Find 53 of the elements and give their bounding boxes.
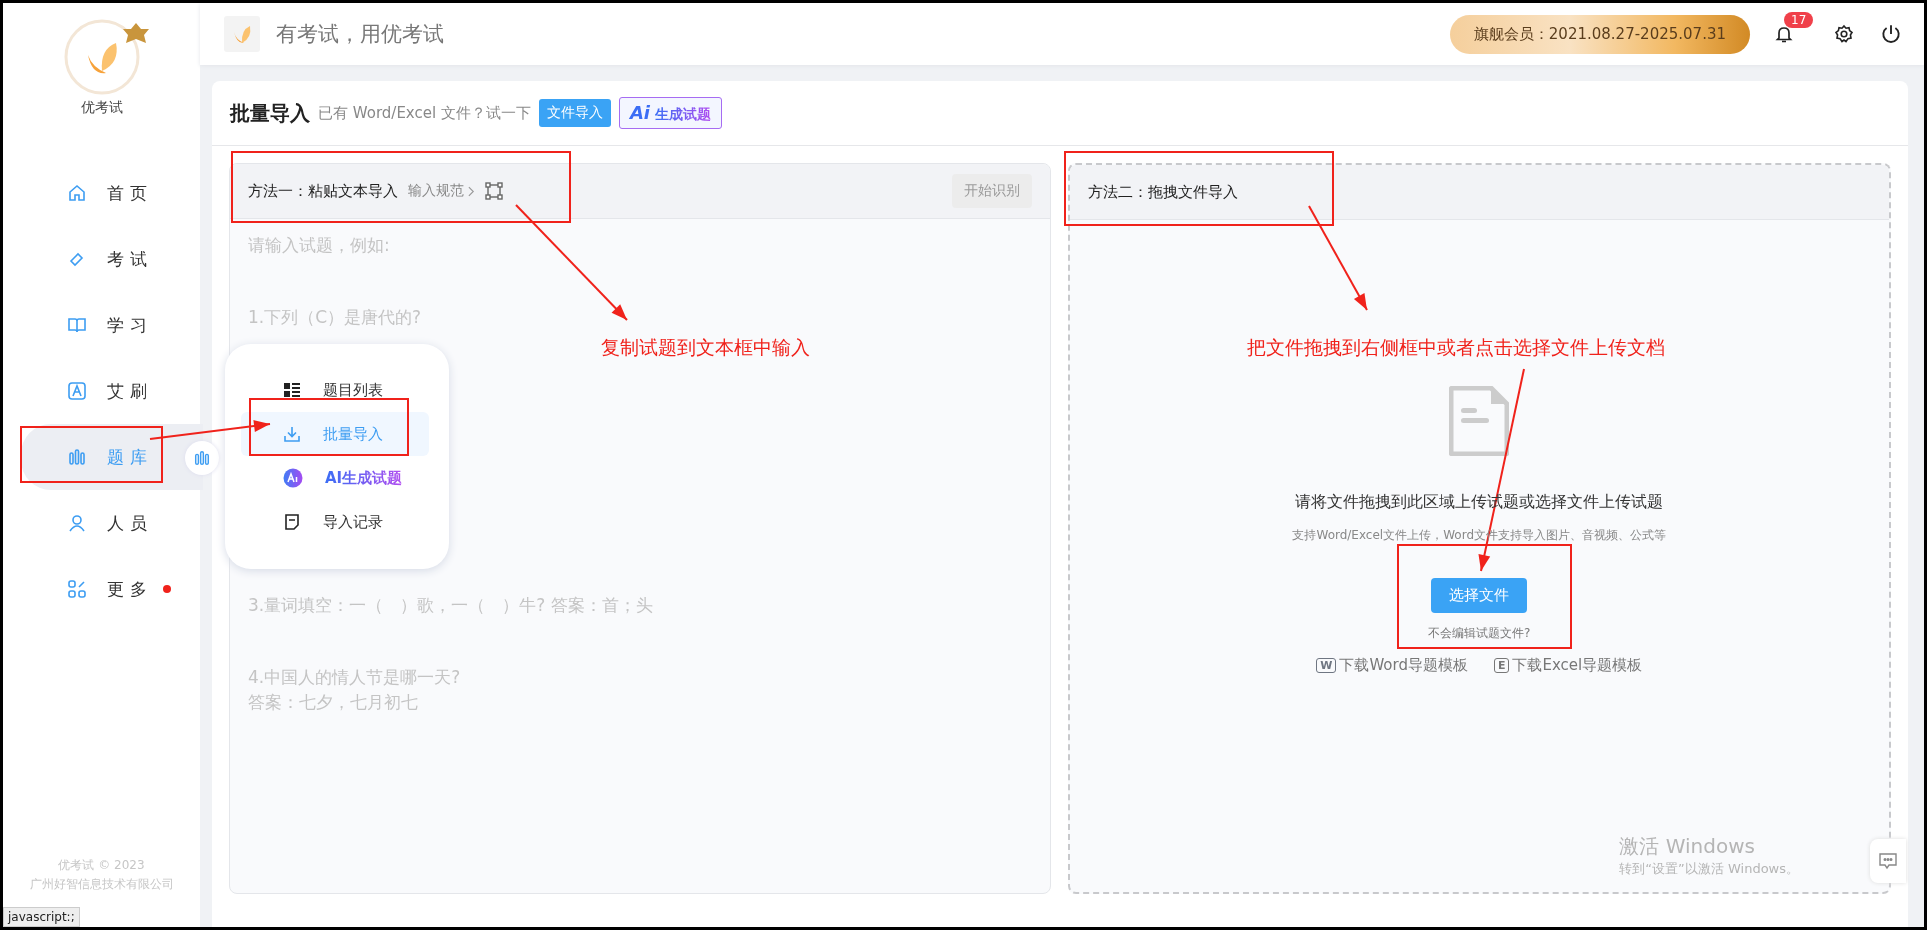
membership-badge: 旗舰会员：2021.08.27-2025.07.31 — [1449, 14, 1750, 54]
placeholder-text: 答案：七夕，七月初七 — [248, 691, 419, 714]
placeholder-text: 请输入试题，例如: — [248, 234, 391, 257]
annotation-text: 复制试题到文本框中输入 — [601, 335, 810, 360]
power-icon[interactable] — [1880, 23, 1902, 45]
placeholder-text: 1.下列（C）是唐代的? — [248, 306, 423, 329]
help-link[interactable]: 不会编辑试题文件? — [1428, 625, 1531, 642]
chat-icon — [1878, 851, 1898, 871]
panel-title: 方法一：粘贴文本导入 — [248, 181, 398, 201]
chevron-right-icon — [468, 185, 475, 197]
submenu-item[interactable]: 题目列表 — [241, 368, 429, 412]
note-icon — [283, 513, 301, 531]
activation-text: 转到“设置”以激活 Windows。 — [1619, 860, 1799, 878]
ai-generate-button[interactable]: Ai 生成试题 — [618, 97, 722, 129]
page-title: 批量导入 — [230, 99, 310, 127]
choose-file-button[interactable]: 选择文件 — [1431, 578, 1528, 613]
bell-icon[interactable] — [1774, 24, 1794, 44]
more-icon — [67, 579, 87, 599]
document-icon — [1449, 386, 1510, 456]
nav-item[interactable]: 首页 — [21, 160, 200, 226]
notification-count: 17 — [1784, 12, 1814, 28]
placeholder-text: 4.中国人的情人节是哪一天? — [248, 666, 462, 689]
ai-icon — [283, 468, 303, 488]
bars-icon — [193, 449, 211, 467]
excel-template-link[interactable]: E 下载Excel导题模板 — [1493, 656, 1643, 675]
download-icon — [283, 425, 301, 443]
study-icon — [67, 315, 87, 335]
brand-name: 优考试 — [80, 99, 123, 117]
activation-title: 激活 Windows — [1619, 833, 1756, 860]
status-url: javascript:; — [3, 907, 80, 927]
panel-title: 方法二：拖拽文件导入 — [1087, 182, 1238, 202]
submenu-item[interactable]: 导入记录 — [241, 500, 429, 544]
rules-link[interactable]: 输入规范 — [408, 182, 464, 200]
list-icon — [283, 381, 301, 399]
submenu-item[interactable]: AI生成试题 — [241, 456, 429, 500]
nav-item[interactable]: 艾刷 — [21, 358, 200, 424]
hint-text: 已有 Word/Excel 文件？试一下 — [318, 103, 531, 123]
placeholder-text: 3.量词填空：一（ ）歌，一（ ）牛? 答案：首；头 — [248, 594, 654, 617]
nav-item[interactable]: 更多 — [21, 556, 200, 622]
nav-item[interactable]: 学习 — [21, 292, 200, 358]
home-icon — [67, 183, 87, 203]
slogan: 有考试，用优考试 — [276, 21, 444, 48]
nav-item[interactable]: 人员 — [21, 490, 200, 556]
app-logo — [224, 16, 260, 52]
word-template-link[interactable]: W 下载Word导题模板 — [1316, 656, 1468, 675]
bank-icon — [67, 447, 87, 467]
settings-icon[interactable] — [1834, 24, 1854, 44]
annotation-text: 把文件拖拽到右侧框中或者点击选择文件上传文档 — [1247, 335, 1665, 360]
submenu-item[interactable]: 批量导入 — [241, 412, 429, 456]
people-icon — [67, 513, 87, 533]
file-import-button[interactable]: 文件导入 — [538, 99, 611, 127]
nav-item[interactable]: 考试 — [21, 226, 200, 292]
expand-icon[interactable] — [485, 182, 503, 200]
